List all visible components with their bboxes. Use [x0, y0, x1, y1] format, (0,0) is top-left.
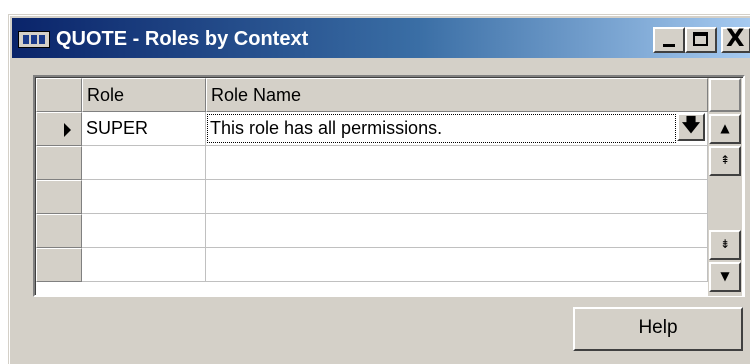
maximize-button[interactable] — [685, 27, 717, 53]
column-header-role[interactable]: Role — [82, 78, 206, 112]
table-cell-role-name[interactable] — [206, 180, 708, 214]
table-cell-role[interactable] — [82, 248, 206, 282]
table-cell-role-name[interactable]: This role has all permissions. 🡇 — [206, 112, 708, 146]
table-cell-role[interactable] — [82, 180, 206, 214]
roles-grid: Role Role Name SUPER This role has all p… — [33, 75, 745, 297]
row-selector[interactable] — [36, 248, 82, 282]
page-down-icon: ⇟ — [719, 237, 731, 251]
close-button[interactable]: X — [721, 24, 750, 53]
page-up-button[interactable]: ⇞ — [709, 146, 741, 176]
page-up-icon: ⇞ — [719, 153, 731, 167]
scroll-up-button[interactable]: ▲ — [709, 114, 741, 144]
row-selector[interactable] — [36, 146, 82, 180]
window-title: QUOTE - Roles by Context — [56, 28, 309, 50]
table-cell-role[interactable] — [82, 146, 206, 180]
scroll-down-icon: ▼ — [720, 269, 730, 283]
maximize-icon — [693, 32, 708, 46]
roles-window: QUOTE - Roles by Context X Role Role Nam… — [8, 14, 750, 364]
row-selector[interactable] — [36, 180, 82, 214]
scroll-up-icon: ▲ — [720, 121, 730, 135]
minimize-button[interactable] — [653, 27, 685, 53]
vertical-scrollbar[interactable]: ▲ ⇞ ⇟ ▼ — [708, 78, 742, 296]
table-cell-role-name[interactable] — [206, 214, 708, 248]
scrollbar-corner — [709, 78, 741, 112]
table-cell-role-name[interactable] — [206, 146, 708, 180]
table-cell-role[interactable] — [82, 214, 206, 248]
table-cell-role[interactable]: SUPER — [82, 112, 206, 146]
row-selector[interactable] — [36, 112, 82, 146]
page-down-button[interactable]: ⇟ — [709, 230, 741, 260]
lookup-dropdown-button[interactable]: 🡇 — [677, 113, 705, 141]
grid-body: Role Role Name SUPER This role has all p… — [35, 77, 743, 296]
role-name-value: This role has all permissions. — [210, 118, 443, 138]
form-icon — [18, 31, 50, 48]
minimize-icon — [663, 44, 675, 47]
scroll-down-button[interactable]: ▼ — [709, 262, 741, 292]
column-header-role-name[interactable]: Role Name — [206, 78, 708, 112]
title-bar[interactable]: QUOTE - Roles by Context X — [12, 18, 750, 58]
table-cell-role-name[interactable] — [206, 248, 708, 282]
row-selector-header[interactable] — [36, 78, 82, 112]
help-button[interactable]: Help — [573, 307, 743, 351]
close-icon: X — [726, 24, 745, 52]
row-selector[interactable] — [36, 214, 82, 248]
current-row-icon — [64, 123, 71, 137]
